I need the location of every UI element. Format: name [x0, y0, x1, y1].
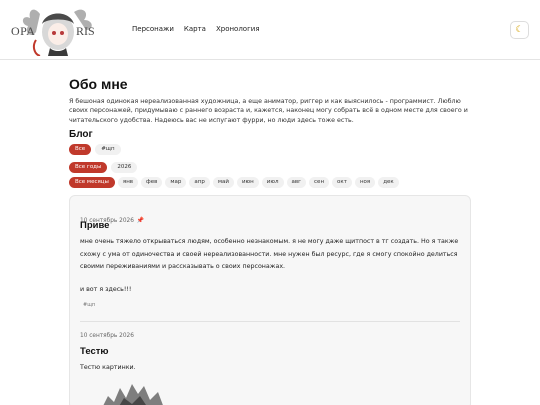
- site-logo[interactable]: OPA RIS: [10, 4, 105, 56]
- logo-text-right: RIS: [76, 24, 95, 38]
- blog-feed: 10 сентябрь 2026 📌 Приве мне очень тяжело…: [69, 195, 471, 405]
- year-filter-all[interactable]: Все годы: [69, 162, 108, 173]
- post-date: 10 сентябрь 2026: [80, 333, 134, 339]
- about-text: Я бешоная одинокая нереализованная худож…: [69, 98, 468, 124]
- month-filter-apr[interactable]: апр: [189, 177, 210, 188]
- blog-heading: Блог: [69, 129, 93, 140]
- month-filter-all[interactable]: Все месяцы: [69, 177, 115, 188]
- nav-link-map[interactable]: Карта: [184, 25, 206, 33]
- main-nav: Персонажи Карта Хронология: [132, 25, 260, 33]
- month-filter-dec[interactable]: дек: [378, 177, 399, 188]
- post-title[interactable]: Приве: [80, 220, 109, 231]
- pin-icon: 📌: [136, 217, 145, 224]
- post-body: мне очень тяжело открываться людям, особ…: [80, 236, 465, 296]
- theme-toggle-button[interactable]: ☾: [510, 21, 529, 39]
- month-filter-oct[interactable]: окт: [332, 177, 352, 188]
- post-body-line: и вот я здесь!!!: [80, 285, 132, 293]
- month-filter-aug[interactable]: авг: [286, 177, 307, 188]
- post-body-spacer: [80, 274, 465, 284]
- site-header: OPA RIS Персонажи Карта Хронология ☾: [0, 0, 540, 60]
- post-body-line: схожу с ума от одиночества и своей нереа…: [80, 250, 458, 258]
- page-title: Обо мне: [69, 76, 128, 92]
- tag-filter: Все #щп: [69, 144, 121, 155]
- month-filter: Все месяцы янв фев мар апр май июн июл а…: [69, 177, 399, 188]
- post-title[interactable]: Тестю: [80, 346, 109, 357]
- post-image[interactable]: [98, 378, 168, 405]
- month-filter-may[interactable]: май: [212, 177, 234, 188]
- post-divider: [80, 321, 460, 322]
- moon-icon: ☾: [515, 25, 524, 35]
- nav-link-timeline[interactable]: Хронология: [216, 25, 260, 33]
- tag-filter-shchp[interactable]: #щп: [95, 144, 121, 155]
- year-filter-2026[interactable]: 2026: [111, 162, 138, 173]
- logo-text-left: OPA: [11, 24, 35, 38]
- tag-filter-all[interactable]: Все: [69, 144, 92, 155]
- post-body-line: мне очень тяжело открываться людям, особ…: [80, 238, 459, 245]
- month-filter-mar[interactable]: мар: [165, 177, 187, 188]
- month-filter-jul[interactable]: июл: [261, 177, 284, 188]
- year-filter: Все годы 2026: [69, 162, 138, 173]
- post-body-line: своими переживаниями и рассказывать о св…: [80, 263, 286, 270]
- post-tag[interactable]: #щп: [83, 302, 95, 308]
- month-filter-nov[interactable]: ноя: [354, 177, 376, 188]
- month-filter-feb[interactable]: фев: [141, 177, 163, 188]
- month-filter-jun[interactable]: июн: [236, 177, 259, 188]
- month-filter-jan[interactable]: янв: [117, 177, 139, 188]
- nav-link-characters[interactable]: Персонажи: [132, 25, 174, 33]
- post-body-line: Тестю картинки.: [80, 364, 136, 371]
- month-filter-sep[interactable]: сен: [309, 177, 330, 188]
